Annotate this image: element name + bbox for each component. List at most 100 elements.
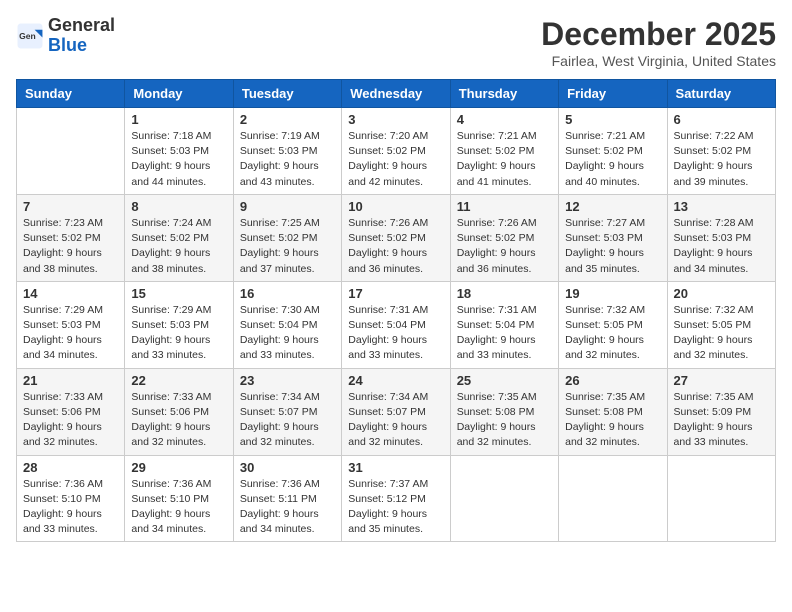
day-info: Sunrise: 7:27 AM Sunset: 5:03 PM Dayligh… bbox=[565, 216, 660, 277]
day-info: Sunrise: 7:35 AM Sunset: 5:09 PM Dayligh… bbox=[674, 390, 769, 451]
day-number: 13 bbox=[674, 199, 769, 214]
day-info: Sunrise: 7:35 AM Sunset: 5:08 PM Dayligh… bbox=[457, 390, 552, 451]
day-number: 4 bbox=[457, 112, 552, 127]
calendar-week-2: 7 Sunrise: 7:23 AM Sunset: 5:02 PM Daylig… bbox=[17, 194, 776, 281]
calendar-cell: 16 Sunrise: 7:30 AM Sunset: 5:04 PM Dayli… bbox=[233, 281, 341, 368]
calendar-cell: 22 Sunrise: 7:33 AM Sunset: 5:06 PM Dayli… bbox=[125, 368, 233, 455]
calendar-table: SundayMondayTuesdayWednesdayThursdayFrid… bbox=[16, 79, 776, 542]
day-info: Sunrise: 7:33 AM Sunset: 5:06 PM Dayligh… bbox=[23, 390, 118, 451]
calendar-cell bbox=[17, 108, 125, 195]
day-info: Sunrise: 7:18 AM Sunset: 5:03 PM Dayligh… bbox=[131, 129, 226, 190]
day-number: 29 bbox=[131, 460, 226, 475]
day-number: 15 bbox=[131, 286, 226, 301]
day-info: Sunrise: 7:30 AM Sunset: 5:04 PM Dayligh… bbox=[240, 303, 335, 364]
calendar-cell: 31Sunrise: 7:37 AM Sunset: 5:12 PM Dayli… bbox=[342, 455, 450, 542]
calendar-cell: 4 Sunrise: 7:21 AM Sunset: 5:02 PM Daylig… bbox=[450, 108, 558, 195]
day-info: Sunrise: 7:33 AM Sunset: 5:06 PM Dayligh… bbox=[131, 390, 226, 451]
day-info: Sunrise: 7:29 AM Sunset: 5:03 PM Dayligh… bbox=[23, 303, 118, 364]
calendar-week-1: 1 Sunrise: 7:18 AM Sunset: 5:03 PM Daylig… bbox=[17, 108, 776, 195]
weekday-header-saturday: Saturday bbox=[667, 80, 775, 108]
day-info: Sunrise: 7:34 AM Sunset: 5:07 PM Dayligh… bbox=[240, 390, 335, 451]
calendar-cell: 3 Sunrise: 7:20 AM Sunset: 5:02 PM Daylig… bbox=[342, 108, 450, 195]
day-number: 22 bbox=[131, 373, 226, 388]
calendar-cell bbox=[667, 455, 775, 542]
day-info: Sunrise: 7:24 AM Sunset: 5:02 PM Dayligh… bbox=[131, 216, 226, 277]
calendar-cell: 26Sunrise: 7:35 AM Sunset: 5:08 PM Dayli… bbox=[559, 368, 667, 455]
day-info: Sunrise: 7:36 AM Sunset: 5:11 PM Dayligh… bbox=[240, 477, 335, 538]
day-number: 14 bbox=[23, 286, 118, 301]
title-block: December 2025 Fairlea, West Virginia, Un… bbox=[541, 16, 776, 69]
calendar-cell bbox=[450, 455, 558, 542]
weekday-header-friday: Friday bbox=[559, 80, 667, 108]
weekday-header-wednesday: Wednesday bbox=[342, 80, 450, 108]
calendar-cell: 9Sunrise: 7:25 AM Sunset: 5:02 PM Daylig… bbox=[233, 194, 341, 281]
day-number: 5 bbox=[565, 112, 660, 127]
day-number: 8 bbox=[131, 199, 226, 214]
day-info: Sunrise: 7:32 AM Sunset: 5:05 PM Dayligh… bbox=[565, 303, 660, 364]
calendar-cell: 17Sunrise: 7:31 AM Sunset: 5:04 PM Dayli… bbox=[342, 281, 450, 368]
day-number: 30 bbox=[240, 460, 335, 475]
day-info: Sunrise: 7:22 AM Sunset: 5:02 PM Dayligh… bbox=[674, 129, 769, 190]
calendar-cell: 18 Sunrise: 7:31 AM Sunset: 5:04 PM Dayli… bbox=[450, 281, 558, 368]
svg-text:Gen: Gen bbox=[19, 31, 36, 41]
calendar-week-5: 28Sunrise: 7:36 AM Sunset: 5:10 PM Dayli… bbox=[17, 455, 776, 542]
day-number: 16 bbox=[240, 286, 335, 301]
day-number: 3 bbox=[348, 112, 443, 127]
calendar-cell bbox=[559, 455, 667, 542]
calendar-cell: 14 Sunrise: 7:29 AM Sunset: 5:03 PM Dayli… bbox=[17, 281, 125, 368]
calendar-cell: 28Sunrise: 7:36 AM Sunset: 5:10 PM Dayli… bbox=[17, 455, 125, 542]
day-info: Sunrise: 7:21 AM Sunset: 5:02 PM Dayligh… bbox=[457, 129, 552, 190]
calendar-cell: 6 Sunrise: 7:22 AM Sunset: 5:02 PM Daylig… bbox=[667, 108, 775, 195]
calendar-cell: 24Sunrise: 7:34 AM Sunset: 5:07 PM Dayli… bbox=[342, 368, 450, 455]
calendar-cell: 2Sunrise: 7:19 AM Sunset: 5:03 PM Daylig… bbox=[233, 108, 341, 195]
logo-general-text: General bbox=[48, 15, 115, 35]
calendar-cell: 30 Sunrise: 7:36 AM Sunset: 5:11 PM Dayli… bbox=[233, 455, 341, 542]
location-text: Fairlea, West Virginia, United States bbox=[541, 53, 776, 69]
logo-blue-text: Blue bbox=[48, 35, 87, 55]
day-number: 19 bbox=[565, 286, 660, 301]
day-info: Sunrise: 7:26 AM Sunset: 5:02 PM Dayligh… bbox=[348, 216, 443, 277]
calendar-cell: 20 Sunrise: 7:32 AM Sunset: 5:05 PM Dayli… bbox=[667, 281, 775, 368]
day-number: 26 bbox=[565, 373, 660, 388]
calendar-cell: 12 Sunrise: 7:27 AM Sunset: 5:03 PM Dayli… bbox=[559, 194, 667, 281]
month-title: December 2025 bbox=[541, 16, 776, 53]
calendar-cell: 5Sunrise: 7:21 AM Sunset: 5:02 PM Daylig… bbox=[559, 108, 667, 195]
day-number: 12 bbox=[565, 199, 660, 214]
calendar-cell: 19 Sunrise: 7:32 AM Sunset: 5:05 PM Dayli… bbox=[559, 281, 667, 368]
calendar-cell: 11Sunrise: 7:26 AM Sunset: 5:02 PM Dayli… bbox=[450, 194, 558, 281]
day-info: Sunrise: 7:28 AM Sunset: 5:03 PM Dayligh… bbox=[674, 216, 769, 277]
day-number: 6 bbox=[674, 112, 769, 127]
day-number: 18 bbox=[457, 286, 552, 301]
day-number: 1 bbox=[131, 112, 226, 127]
day-number: 27 bbox=[674, 373, 769, 388]
day-number: 7 bbox=[23, 199, 118, 214]
day-info: Sunrise: 7:36 AM Sunset: 5:10 PM Dayligh… bbox=[131, 477, 226, 538]
day-info: Sunrise: 7:19 AM Sunset: 5:03 PM Dayligh… bbox=[240, 129, 335, 190]
day-info: Sunrise: 7:23 AM Sunset: 5:02 PM Dayligh… bbox=[23, 216, 118, 277]
day-info: Sunrise: 7:29 AM Sunset: 5:03 PM Dayligh… bbox=[131, 303, 226, 364]
day-number: 23 bbox=[240, 373, 335, 388]
calendar-cell: 1 Sunrise: 7:18 AM Sunset: 5:03 PM Daylig… bbox=[125, 108, 233, 195]
calendar-cell: 13 Sunrise: 7:28 AM Sunset: 5:03 PM Dayli… bbox=[667, 194, 775, 281]
day-number: 10 bbox=[348, 199, 443, 214]
day-info: Sunrise: 7:20 AM Sunset: 5:02 PM Dayligh… bbox=[348, 129, 443, 190]
calendar-cell: 15 Sunrise: 7:29 AM Sunset: 5:03 PM Dayli… bbox=[125, 281, 233, 368]
day-number: 25 bbox=[457, 373, 552, 388]
calendar-cell: 29 Sunrise: 7:36 AM Sunset: 5:10 PM Dayli… bbox=[125, 455, 233, 542]
day-info: Sunrise: 7:31 AM Sunset: 5:04 PM Dayligh… bbox=[348, 303, 443, 364]
calendar-cell: 25 Sunrise: 7:35 AM Sunset: 5:08 PM Dayli… bbox=[450, 368, 558, 455]
day-number: 24 bbox=[348, 373, 443, 388]
day-info: Sunrise: 7:31 AM Sunset: 5:04 PM Dayligh… bbox=[457, 303, 552, 364]
weekday-header-thursday: Thursday bbox=[450, 80, 558, 108]
calendar-body: 1 Sunrise: 7:18 AM Sunset: 5:03 PM Daylig… bbox=[17, 108, 776, 542]
day-info: Sunrise: 7:36 AM Sunset: 5:10 PM Dayligh… bbox=[23, 477, 118, 538]
calendar-cell: 10 Sunrise: 7:26 AM Sunset: 5:02 PM Dayli… bbox=[342, 194, 450, 281]
weekday-header-sunday: Sunday bbox=[17, 80, 125, 108]
day-info: Sunrise: 7:32 AM Sunset: 5:05 PM Dayligh… bbox=[674, 303, 769, 364]
day-number: 20 bbox=[674, 286, 769, 301]
day-info: Sunrise: 7:26 AM Sunset: 5:02 PM Dayligh… bbox=[457, 216, 552, 277]
logo-icon: Gen bbox=[16, 22, 44, 50]
calendar-cell: 21Sunrise: 7:33 AM Sunset: 5:06 PM Dayli… bbox=[17, 368, 125, 455]
day-info: Sunrise: 7:37 AM Sunset: 5:12 PM Dayligh… bbox=[348, 477, 443, 538]
calendar-week-4: 21Sunrise: 7:33 AM Sunset: 5:06 PM Dayli… bbox=[17, 368, 776, 455]
